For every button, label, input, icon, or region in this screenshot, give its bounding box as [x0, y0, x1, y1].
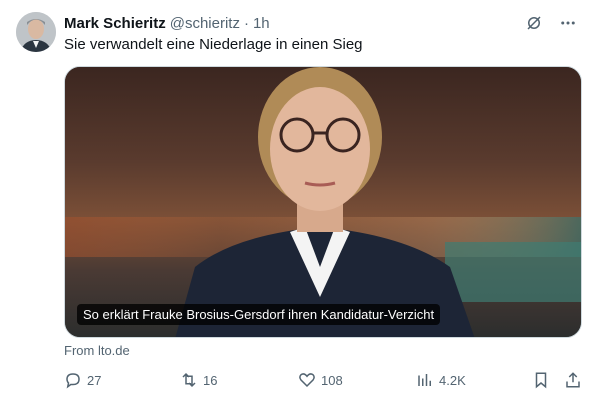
views-icon — [418, 374, 431, 386]
bookmark-button[interactable] — [532, 371, 555, 389]
repost-icon — [182, 372, 196, 388]
views-count: 4.2K — [439, 372, 466, 388]
like-button[interactable]: 108 — [298, 371, 343, 389]
reply-button[interactable]: 27 — [64, 371, 101, 389]
media-caption: So erklärt Frauke Brosius-Gersdorf ihren… — [77, 304, 441, 325]
grok-icon[interactable] — [524, 13, 544, 33]
avatar[interactable] — [16, 12, 56, 52]
share-button[interactable] — [564, 371, 587, 389]
reply-icon — [66, 373, 80, 389]
bookmark-icon — [535, 372, 547, 389]
share-icon — [566, 372, 580, 388]
avatar-image — [16, 12, 56, 52]
timestamp[interactable]: 1h — [253, 15, 270, 32]
action-bar: 27 16 108 4.2K — [64, 371, 586, 391]
media-image — [65, 67, 581, 337]
reply-count: 27 — [87, 372, 102, 388]
media-card[interactable]: So erklärt Frauke Brosius-Gersdorf ihren… — [64, 66, 582, 338]
like-icon — [299, 373, 315, 388]
repost-button[interactable]: 16 — [180, 371, 217, 389]
repost-count: 16 — [203, 372, 218, 388]
views-button[interactable]: 4.2K — [416, 371, 466, 389]
tweet-text: Sie verwandelt eine Niederlage in einen … — [64, 36, 363, 53]
tweet-header: Mark Schieritz @schieritz · 1h — [64, 13, 578, 33]
separator-dot: · — [243, 14, 249, 32]
more-icon[interactable] — [558, 13, 578, 33]
source-link[interactable]: From lto.de — [64, 343, 130, 358]
author-name[interactable]: Mark Schieritz — [64, 15, 166, 32]
author-handle[interactable]: @schieritz — [170, 15, 240, 32]
like-count: 108 — [321, 372, 343, 388]
